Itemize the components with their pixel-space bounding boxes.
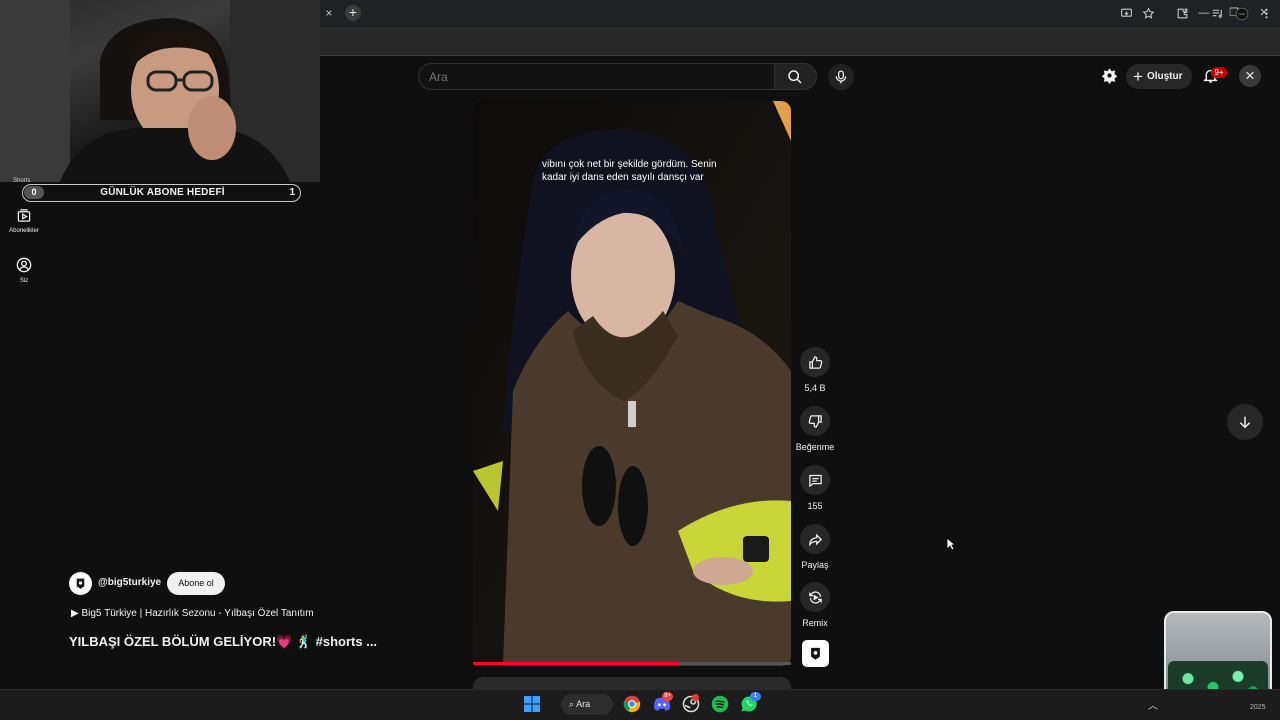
thumbs-down-icon: [808, 414, 822, 428]
sidebar-item-label: Abonelikler: [9, 228, 39, 234]
voice-search-button[interactable]: [828, 64, 854, 90]
webcam-overlay: [0, 0, 320, 182]
tab-close-icon[interactable]: ×: [322, 6, 336, 20]
channel-avatar[interactable]: [69, 572, 92, 595]
clock-year: 2025: [1250, 704, 1266, 711]
create-button[interactable]: + Oluştur: [1126, 64, 1192, 89]
explore-icon[interactable]: [1101, 67, 1121, 87]
remix-label: Remix: [802, 618, 828, 628]
browser-menu-icon[interactable]: [1259, 7, 1274, 22]
like-button[interactable]: [800, 347, 830, 377]
streamer-webcam-image: [0, 0, 320, 182]
share-label: Paylaş: [801, 560, 829, 570]
arrow-down-icon: [1239, 416, 1251, 429]
steam-notification-dot: [692, 694, 699, 701]
like-action[interactable]: 5,4 B: [795, 347, 835, 393]
whatsapp-badge: 1: [750, 692, 761, 701]
share-button[interactable]: [800, 524, 830, 554]
big5-logo-icon: [76, 578, 85, 589]
dislike-label: Beğenme: [795, 442, 835, 452]
sidebar-item-you[interactable]: Siz: [0, 257, 48, 284]
chrome-icon[interactable]: [623, 695, 641, 713]
comments-button[interactable]: [800, 465, 830, 495]
remix-button[interactable]: [800, 582, 830, 612]
like-count: 5,4 B: [804, 383, 826, 393]
video-frame-image: [473, 101, 791, 666]
comments-action[interactable]: 155: [795, 465, 835, 511]
comment-count: 155: [807, 501, 823, 511]
system-tray-expand-icon[interactable]: ︿: [1148, 697, 1158, 712]
next-video-thumbnail[interactable]: [473, 677, 791, 689]
video-title[interactable]: YILBAŞI ÖZEL BÖLÜM GELİYOR!💗 🕺 #shorts .…: [69, 634, 377, 650]
search-icon: [788, 70, 802, 84]
bookmark-star-icon[interactable]: [1141, 7, 1156, 22]
search-icon: ⌕: [569, 699, 575, 709]
big5-logo-icon: [811, 647, 820, 660]
subscriptions-icon: [17, 209, 31, 222]
profile-avatar[interactable]: [1234, 7, 1249, 22]
spotify-icon[interactable]: [711, 695, 729, 713]
remix-icon: [808, 590, 822, 604]
daily-subscriber-goal-bar: GÜNLÜK ABONE HEDEFİ 0 1: [22, 184, 301, 202]
new-tab-button[interactable]: +: [345, 5, 361, 21]
channel-audio-thumbnail[interactable]: [802, 640, 829, 667]
subscribe-button[interactable]: Abone ol: [167, 572, 225, 595]
goal-current: 0: [24, 186, 44, 199]
microphone-icon: [835, 70, 847, 84]
video-progress-fill: [473, 662, 680, 665]
taskbar-search-label: Ara: [576, 699, 591, 709]
close-icon[interactable]: ×: [1239, 65, 1261, 87]
dislike-action[interactable]: Beğenme: [795, 406, 835, 452]
share-icon: [808, 533, 822, 547]
video-progress-bar[interactable]: [473, 662, 791, 665]
goal-target: 1: [289, 187, 295, 198]
taskbar-search[interactable]: ⌕ Ara: [561, 694, 613, 715]
windows-start-icon[interactable]: [524, 696, 540, 712]
search-box[interactable]: [418, 63, 775, 90]
search-button[interactable]: [775, 63, 817, 90]
media-control-icon[interactable]: [1210, 7, 1225, 22]
you-icon: [16, 257, 32, 273]
minimize-button[interactable]: —: [1197, 6, 1211, 20]
search-input[interactable]: [429, 69, 759, 85]
thumbs-up-icon: [808, 355, 822, 369]
install-app-icon[interactable]: [1119, 7, 1134, 22]
sidebar-item-subscriptions[interactable]: Abonelikler: [0, 208, 48, 234]
shorts-video-player[interactable]: vibını çok net bir şekilde gördüm. Senin…: [473, 101, 791, 666]
notifications-badge: 9+: [1211, 67, 1227, 78]
goal-label: GÜNLÜK ABONE HEDEFİ: [100, 187, 225, 198]
screen: × + — ❐ ✕ + Oluştur 9+ ×: [0, 0, 1280, 720]
discord-badge: 9+: [662, 692, 673, 701]
channel-name[interactable]: @big5turkiye: [98, 577, 161, 588]
dislike-button[interactable]: [800, 406, 830, 436]
create-label: Oluştur: [1146, 71, 1183, 82]
sidebar-item-label: Siz: [19, 278, 29, 284]
playlist-link[interactable]: ▶ Big5 Türkiye | Hazırlık Sezonu - Yılba…: [71, 608, 314, 619]
comment-icon: [808, 474, 822, 487]
next-video-button[interactable]: [1227, 404, 1263, 440]
sidebar-item-shorts-label[interactable]: Shorts: [13, 178, 30, 184]
video-caption: vibını çok net bir şekilde gördüm. Senin…: [542, 159, 717, 183]
extensions-icon[interactable]: [1175, 7, 1190, 22]
mouse-cursor-icon: [946, 537, 956, 551]
remix-action[interactable]: Remix: [795, 582, 835, 628]
plus-icon: +: [1133, 67, 1143, 86]
share-action[interactable]: Paylaş: [795, 524, 835, 570]
